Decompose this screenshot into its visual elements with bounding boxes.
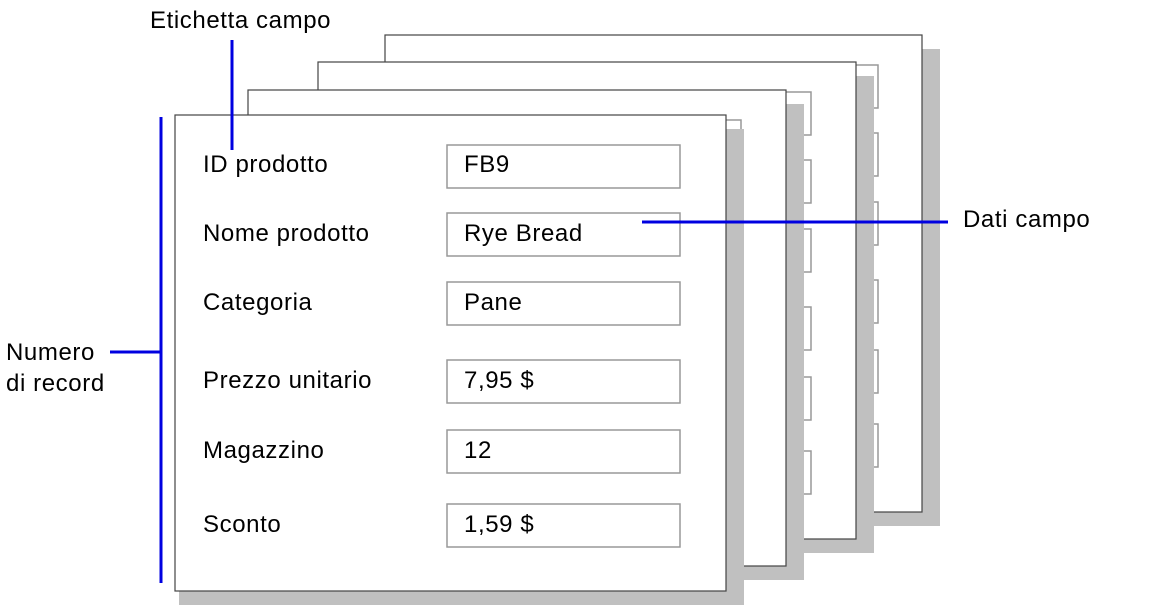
field-value: Rye Bread bbox=[464, 220, 583, 247]
field-label: Sconto bbox=[203, 511, 281, 538]
field-label: ID prodotto bbox=[203, 151, 328, 178]
callout-field-data-text: Dati campo bbox=[963, 206, 1090, 233]
callout-field-label-text: Etichetta campo bbox=[150, 7, 331, 34]
callout-record-number-text-2: di record bbox=[6, 370, 105, 397]
field-label: Prezzo unitario bbox=[203, 367, 372, 394]
field-value: Pane bbox=[464, 289, 522, 316]
callout-record-number-text-1: Numero bbox=[6, 339, 95, 366]
field-label: Nome prodotto bbox=[203, 220, 370, 247]
field-value: 7,95 $ bbox=[464, 367, 534, 394]
field-value: 12 bbox=[464, 437, 492, 464]
field-value: FB9 bbox=[464, 151, 510, 178]
field-label: Magazzino bbox=[203, 437, 324, 464]
field-label: Categoria bbox=[203, 289, 313, 316]
callout-record-number: Numero di record bbox=[6, 117, 163, 583]
record-stack-diagram: ID prodotto FB9 Nome prodotto Rye Bread Cate… bbox=[6, 7, 1090, 605]
field-value: 1,59 $ bbox=[464, 511, 534, 538]
